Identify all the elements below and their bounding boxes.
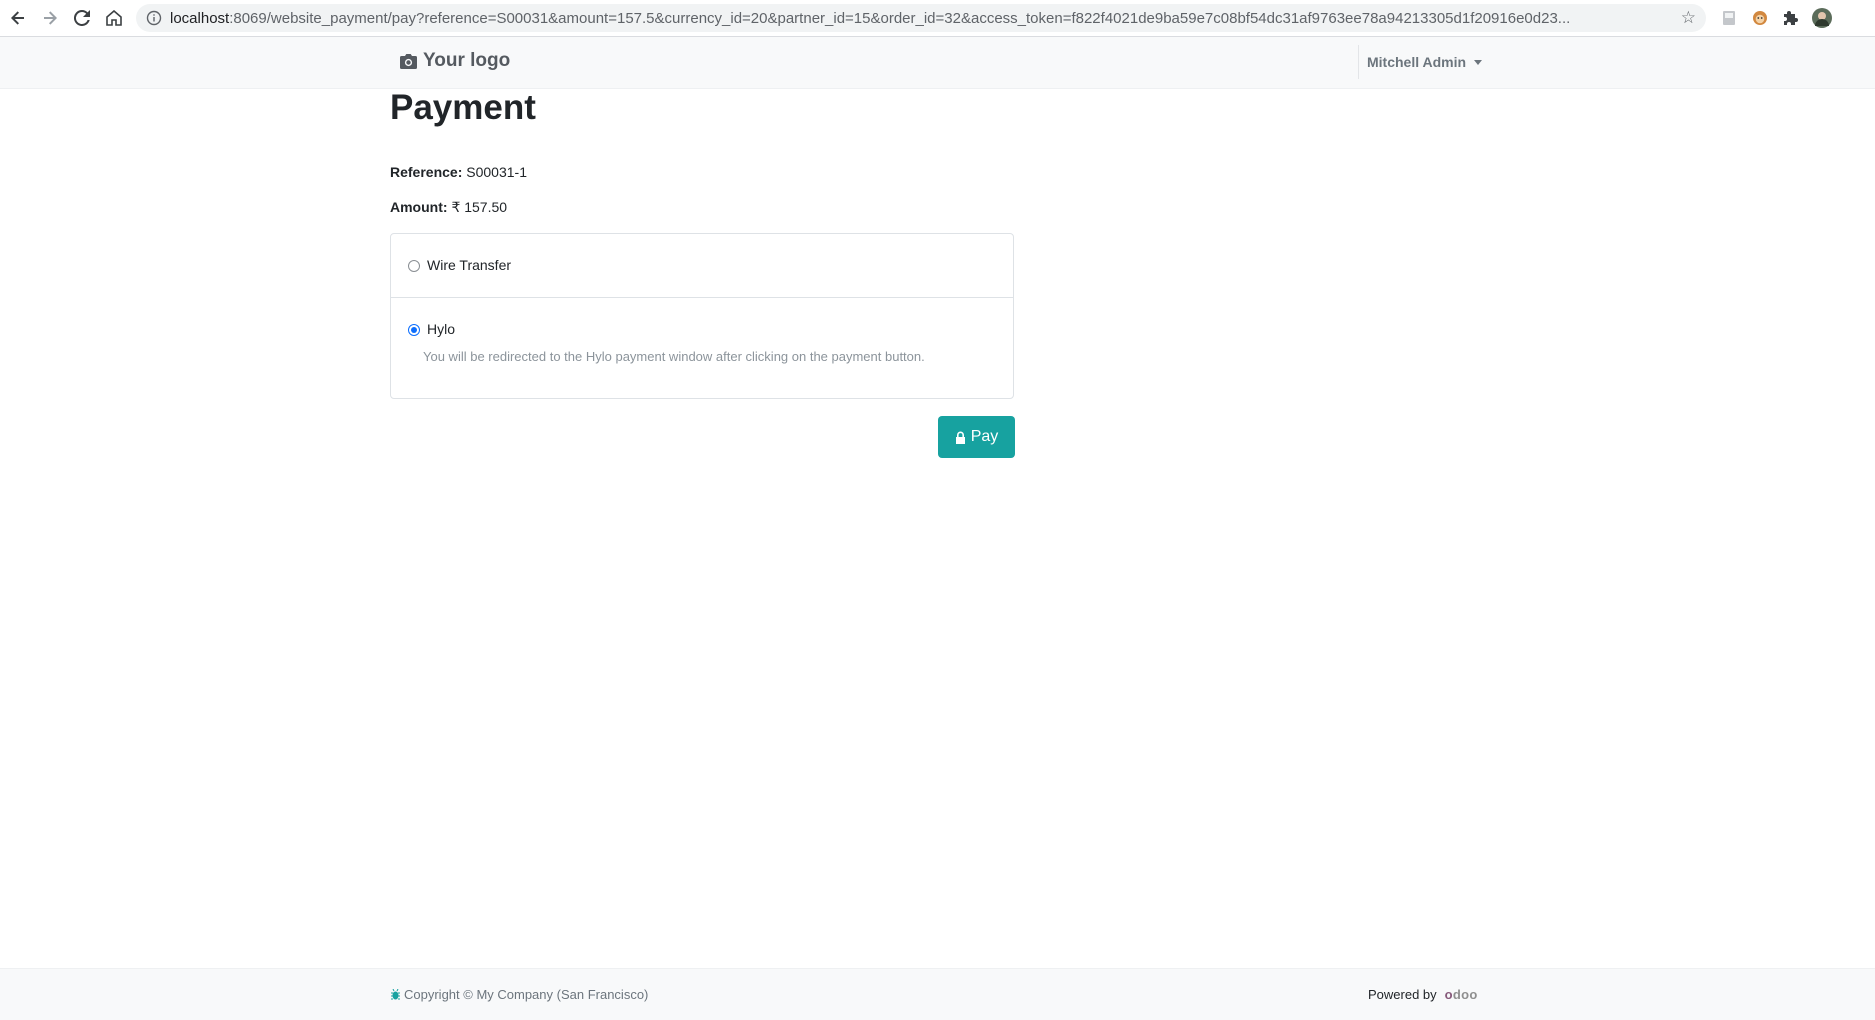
pay-button[interactable]: Pay [938,416,1015,458]
hylo-radio[interactable] [408,324,420,336]
reference-label: Reference: [390,164,463,180]
odoo-brand-rest: doo [1452,987,1478,1002]
amount-value: ₹ 157.50 [451,199,508,215]
payment-methods-list: Wire Transfer Hylo You will be redirecte… [390,233,1014,399]
profile-avatar[interactable] [1811,7,1833,29]
amount-label: Amount: [390,199,448,215]
wire-transfer-label[interactable]: Wire Transfer [427,257,511,273]
address-bar[interactable]: localhost:8069/website_payment/pay?refer… [136,4,1706,32]
puzzle-icon [1784,11,1798,25]
reference-value: S00031-1 [466,164,527,180]
wire-transfer-radio[interactable] [408,260,420,272]
site-footer: Copyright © My Company (San Francisco) P… [0,968,1875,1020]
user-menu-dropdown[interactable]: Mitchell Admin [1358,45,1483,79]
reload-button[interactable] [66,2,98,34]
info-icon [146,10,162,26]
copyright: Copyright © My Company (San Francisco) [390,987,648,1002]
url-path: :8069/website_payment/pay?reference=S000… [229,9,1571,27]
home-button[interactable] [98,2,130,34]
hylo-help-text: You will be redirected to the Hylo payme… [423,349,925,364]
lock-icon [955,431,965,444]
reference-line: Reference: S00031-1 [390,164,527,180]
odoo-brand-first-letter: o [1444,987,1453,1002]
page-extension-icon [1723,11,1735,25]
caret-down-icon [1474,59,1483,65]
powered-by-text: Powered by [1368,987,1437,1002]
avatar-icon [1812,8,1832,28]
extensions-puzzle-button[interactable] [1780,7,1802,29]
site-logo[interactable]: Your logo [400,50,510,72]
extension-icon[interactable] [1718,7,1740,29]
extension-monkey-icon[interactable] [1749,7,1771,29]
forward-button[interactable] [34,2,66,34]
payment-method-hylo[interactable]: Hylo You will be redirected to the Hylo … [391,298,1013,398]
back-button[interactable] [2,2,34,34]
arrow-left-icon [11,11,24,25]
url-host: localhost [170,9,230,27]
amount-line: Amount: ₹ 157.50 [390,199,507,216]
camera-icon [400,53,417,69]
arrow-right-icon [44,11,57,25]
payment-method-wire-transfer[interactable]: Wire Transfer [391,234,1013,298]
reload-icon [74,10,90,26]
bug-icon [391,989,400,1000]
copyright-text: Copyright © My Company (San Francisco) [404,987,649,1002]
user-name: Mitchell Admin [1367,54,1467,70]
bookmark-star-icon[interactable]: ☆ [1681,8,1696,28]
monkey-icon [1753,11,1767,25]
odoo-logo[interactable]: odoo [1445,987,1478,1002]
page-title: Payment [390,88,536,127]
hylo-label[interactable]: Hylo [427,321,455,337]
odoo-brand-text: odoo [1445,987,1478,1002]
logo-text: Your logo [423,50,511,71]
browser-toolbar: localhost:8069/website_payment/pay?refer… [0,0,1875,37]
pay-button-label: Pay [970,428,999,445]
site-header: Your logo Mitchell Admin [0,37,1875,89]
home-icon [106,10,122,26]
powered-by: Powered by odoo [1368,987,1478,1002]
